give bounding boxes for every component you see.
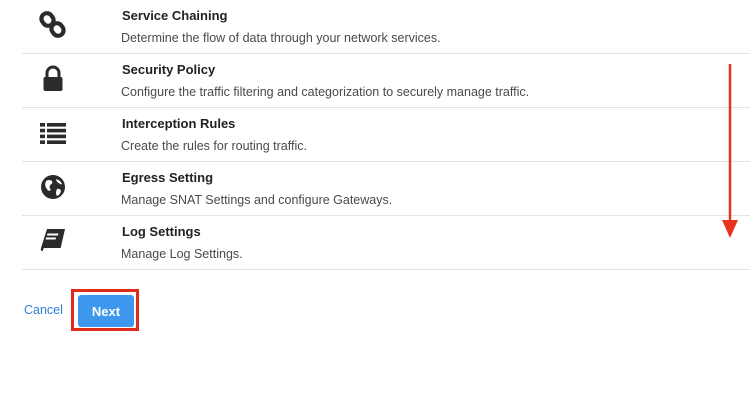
next-button[interactable]: Next — [78, 295, 134, 327]
item-title: Service Chaining — [122, 8, 228, 23]
item-description: Determine the flow of data through your … — [121, 31, 441, 45]
globe-icon — [38, 172, 68, 202]
list-item-log-settings[interactable]: Log Settings Manage Log Settings. — [22, 216, 750, 270]
list-icon — [38, 118, 68, 148]
scroll-down-arrow-annotation — [720, 64, 740, 244]
book-icon — [38, 226, 68, 256]
feature-list: Service Chaining Determine the flow of d… — [22, 0, 750, 270]
item-title: Interception Rules — [122, 116, 236, 131]
item-description: Configure the traffic filtering and cate… — [121, 85, 530, 99]
item-description: Manage Log Settings. — [121, 247, 243, 261]
item-description: Create the rules for routing traffic. — [121, 139, 307, 153]
item-title: Log Settings — [122, 224, 201, 239]
list-item-interception-rules[interactable]: Interception Rules Create the rules for … — [22, 108, 750, 162]
wizard-footer: Cancel Next — [0, 288, 750, 334]
item-title: Egress Setting — [122, 170, 214, 185]
item-title: Security Policy — [122, 62, 216, 77]
cancel-link[interactable]: Cancel — [24, 303, 63, 317]
wizard-page: Service Chaining Determine the flow of d… — [0, 0, 750, 395]
list-item-service-chaining[interactable]: Service Chaining Determine the flow of d… — [22, 0, 750, 54]
lock-icon — [38, 64, 68, 94]
list-item-security-policy[interactable]: Security Policy Configure the traffic fi… — [22, 54, 750, 108]
link-icon — [38, 10, 68, 40]
list-item-egress-setting[interactable]: Egress Setting Manage SNAT Settings and … — [22, 162, 750, 216]
item-description: Manage SNAT Settings and configure Gatew… — [121, 193, 393, 207]
